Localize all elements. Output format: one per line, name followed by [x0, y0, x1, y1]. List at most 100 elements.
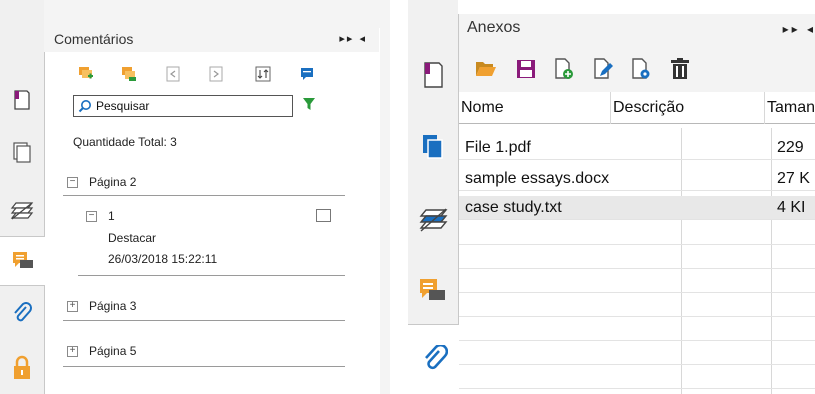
- attachments-tab[interactable]: [0, 290, 44, 338]
- bookmark-icon: [424, 62, 443, 88]
- layers-icon: [419, 208, 448, 232]
- lock-icon: [14, 355, 30, 379]
- search-icon: [78, 100, 91, 113]
- sort-icon: [255, 66, 271, 82]
- description-cell: [687, 196, 767, 220]
- panel-title: Comentários: [54, 31, 134, 47]
- page-3-expander[interactable]: +: [67, 301, 78, 312]
- comment-type: Destacar: [108, 231, 157, 245]
- attachments-table: Nome Descrição Taman File 1.pdf 229 samp…: [458, 92, 815, 394]
- bookmarks-tab[interactable]: [408, 46, 458, 104]
- comments-tab[interactable]: [0, 236, 45, 286]
- size-cell: 27 K: [777, 170, 810, 187]
- attachment-properties-button[interactable]: [630, 58, 652, 80]
- empty-row: [459, 293, 815, 317]
- search-placeholder: Pesquisar: [96, 99, 150, 113]
- column-divider[interactable]: [764, 92, 765, 124]
- filter-button[interactable]: [302, 97, 316, 116]
- panel-collapse-controls[interactable]: ▸▸ ◂: [339, 32, 367, 45]
- comment-icon: [301, 68, 313, 80]
- size-cell: 4 KI: [777, 199, 806, 216]
- add-reply-icon: [122, 67, 136, 81]
- save-attachment-button[interactable]: [515, 58, 537, 80]
- open-folder-icon: [476, 62, 496, 76]
- pages-tab[interactable]: [408, 118, 458, 176]
- page-5-expander[interactable]: +: [67, 346, 78, 357]
- attachments-toolbar: [458, 44, 815, 92]
- add-attachment-button[interactable]: [553, 58, 575, 80]
- right-sidebar-rail: [408, 0, 459, 394]
- comments-tab[interactable]: [408, 262, 458, 320]
- comment-1-expander[interactable]: −: [86, 211, 97, 222]
- edit-file-icon: [594, 58, 613, 79]
- pages-icon: [13, 142, 31, 163]
- empty-row: [459, 269, 815, 293]
- file-name-cell: sample essays.docx: [465, 170, 610, 187]
- total-count: Quantidade Total: 3: [73, 135, 177, 149]
- pages-tab[interactable]: [0, 128, 44, 176]
- filter-icon: [303, 98, 315, 110]
- file-name-cell: File 1.pdf: [465, 139, 531, 156]
- panel-collapse-controls[interactable]: ▸▸ ◂: [783, 22, 815, 36]
- column-header-size[interactable]: Taman: [765, 92, 815, 124]
- table-row[interactable]: sample essays.docx 27 K: [459, 167, 815, 191]
- comment-number[interactable]: 1: [108, 209, 115, 223]
- page-5-label[interactable]: Página 5: [89, 344, 136, 358]
- left-sidebar-rail: [0, 0, 45, 394]
- attachments-tab[interactable]: [408, 324, 459, 394]
- attachment-icon: [14, 302, 32, 322]
- empty-row: [459, 221, 815, 245]
- empty-row: [459, 317, 815, 341]
- pages-icon: [423, 135, 443, 159]
- layers-tab[interactable]: [408, 190, 458, 248]
- search-input[interactable]: Pesquisar: [73, 95, 293, 117]
- layers-icon: [10, 202, 34, 220]
- description-cell: [687, 136, 767, 160]
- comment-date: 26/03/2018 15:22:11: [108, 252, 218, 266]
- save-icon: [517, 60, 535, 78]
- expand-all-button[interactable]: [208, 66, 224, 82]
- column-divider[interactable]: [610, 92, 611, 124]
- collapse-icon: [166, 66, 180, 82]
- panel-title: Anexos: [467, 19, 521, 36]
- divider: [63, 320, 345, 321]
- add-reply-button[interactable]: [121, 66, 137, 82]
- divider: [78, 275, 345, 276]
- empty-row: [459, 365, 815, 389]
- add-comment-button[interactable]: [78, 66, 94, 82]
- column-header-description[interactable]: Descrição: [611, 92, 765, 124]
- layers-tab[interactable]: [0, 186, 44, 234]
- collapse-all-button[interactable]: [165, 66, 181, 82]
- page-3-label[interactable]: Página 3: [89, 299, 136, 313]
- bookmark-icon: [14, 90, 30, 110]
- add-comment-icon: [79, 67, 93, 79]
- description-cell: [687, 167, 767, 191]
- expand-icon: [209, 66, 223, 82]
- comments-panel-window: Comentários ▸▸ ◂ Pesquisar Quantidade To…: [0, 0, 390, 394]
- comments-icon: [12, 252, 33, 268]
- open-attachment-button[interactable]: [475, 58, 497, 80]
- attachments-panel-window: Anexos ▸▸ ◂ Nome Descrição Taman File 1.…: [408, 0, 815, 394]
- empty-row: [459, 245, 815, 269]
- sort-button[interactable]: [255, 66, 271, 82]
- empty-row: [459, 341, 815, 365]
- page-2-expander[interactable]: −: [67, 177, 78, 188]
- column-header-name[interactable]: Nome: [459, 92, 611, 124]
- comment-view-button[interactable]: [299, 66, 315, 82]
- file-name-cell: case study.txt: [465, 199, 562, 216]
- delete-attachment-button[interactable]: [669, 58, 691, 80]
- comments-header: Comentários ▸▸ ◂: [44, 28, 379, 52]
- attachment-icon: [424, 345, 448, 370]
- edit-description-button[interactable]: [592, 58, 614, 80]
- table-row[interactable]: File 1.pdf 229: [459, 136, 815, 160]
- comment-checkbox[interactable]: [316, 209, 331, 222]
- page-2-label[interactable]: Página 2: [89, 175, 136, 189]
- attachments-header: Anexos ▸▸ ◂: [458, 14, 815, 44]
- size-cell: 229: [777, 139, 804, 156]
- bookmarks-tab[interactable]: [0, 76, 44, 124]
- file-settings-icon: [632, 58, 650, 79]
- delete-icon: [671, 58, 689, 79]
- table-row-selected[interactable]: case study.txt 4 KI: [459, 196, 815, 220]
- security-tab[interactable]: [0, 344, 44, 392]
- divider: [63, 366, 345, 367]
